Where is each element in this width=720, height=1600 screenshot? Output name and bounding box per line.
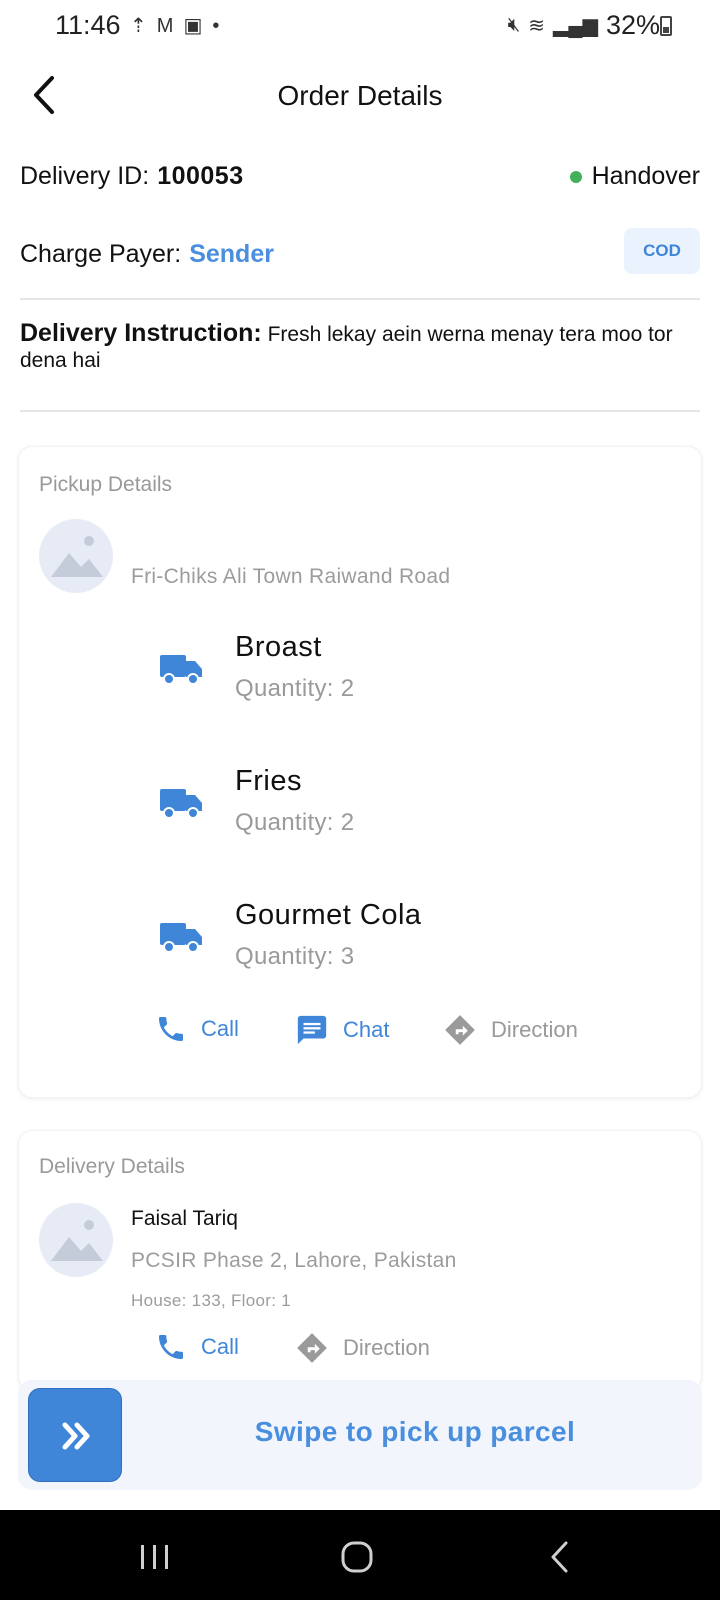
call-label: Call xyxy=(201,1016,239,1041)
image-placeholder-icon xyxy=(51,1220,103,1261)
item-name: Broast xyxy=(235,631,322,663)
delivery-id-label: Delivery ID: xyxy=(20,162,150,190)
page-title: Order Details xyxy=(277,80,443,111)
item-quantity: Quantity: 3 xyxy=(235,943,355,970)
directions-icon xyxy=(445,1015,475,1045)
swipe-handle[interactable] xyxy=(28,1388,122,1482)
direction-label: Direction xyxy=(491,1017,578,1042)
recipient-name: Faisal Tariq xyxy=(131,1207,238,1230)
pickup-chat-button[interactable]: Chat xyxy=(295,1013,389,1047)
status-time: 11:46 xyxy=(55,10,121,40)
direction-label: Direction xyxy=(343,1335,430,1360)
double-chevron-right-icon xyxy=(62,1422,90,1450)
system-back-button[interactable] xyxy=(548,1540,572,1574)
notification-icons: ⇡ M ▣ • xyxy=(130,14,219,38)
recipient-house: House: 133, Floor: 1 xyxy=(131,1291,292,1310)
dot-icon: • xyxy=(212,15,220,37)
charge-payer-value: Sender xyxy=(189,240,274,268)
image-placeholder-icon xyxy=(51,536,103,577)
system-nav-bar xyxy=(0,1510,720,1600)
system-icons: 🔇︎ ≋ ▂▄▆ 32% xyxy=(508,10,660,41)
phone-icon xyxy=(159,1017,183,1041)
gmail-icon: M xyxy=(156,15,174,37)
chat-label: Chat xyxy=(343,1017,390,1042)
status-dot-icon xyxy=(569,170,582,183)
delivery-instruction: Delivery Instruction: Fresh lekay aein w… xyxy=(20,320,690,374)
item-quantity: Quantity: 2 xyxy=(235,809,355,836)
divider xyxy=(20,410,700,412)
pickup-avatar xyxy=(39,519,113,593)
delivery-card: Delivery Details Faisal Tariq PCSIR Phas… xyxy=(18,1130,702,1390)
recipient-address: PCSIR Phase 2, Lahore, Pakistan xyxy=(131,1249,457,1272)
mute-icon: 🔇︎ xyxy=(507,14,521,36)
battery-percent: 32% xyxy=(605,10,660,40)
item-quantity: Quantity: 2 xyxy=(235,675,355,702)
list-item: Broast Quantity: 2 xyxy=(159,631,559,711)
delivery-direction-button[interactable]: Direction xyxy=(295,1331,430,1365)
pickup-card: Pickup Details Fri-Chiks Ali Town Raiwan… xyxy=(18,446,702,1098)
call-label: Call xyxy=(201,1334,239,1359)
swipe-label: Swipe to pick up parcel xyxy=(254,1416,576,1447)
truck-icon xyxy=(160,923,202,953)
pickup-address: Fri-Chiks Ali Town Raiwand Road xyxy=(131,565,451,588)
home-button[interactable] xyxy=(340,1540,374,1574)
status-text: Handover xyxy=(591,162,700,190)
pickup-title: Pickup Details xyxy=(39,473,173,496)
recipient-avatar xyxy=(39,1203,113,1277)
delivery-id-row: Delivery ID: 100053 Handover xyxy=(20,162,700,196)
gallery-icon: ▣ xyxy=(183,15,203,37)
pickup-call-button[interactable]: Call xyxy=(155,1013,239,1045)
recent-apps-button[interactable] xyxy=(138,1542,172,1572)
instruction-label: Delivery Instruction: xyxy=(20,319,262,347)
item-name: Fries xyxy=(235,765,302,797)
phone-icon xyxy=(159,1335,183,1359)
directions-icon xyxy=(297,1333,327,1363)
swipe-to-pickup[interactable]: Swipe to pick up parcel xyxy=(18,1380,702,1490)
truck-icon xyxy=(160,789,202,819)
delivery-call-button[interactable]: Call xyxy=(155,1331,239,1363)
signal-icon: ▂▄▆ xyxy=(553,15,598,37)
divider xyxy=(20,298,700,300)
payment-badge: COD xyxy=(624,228,700,274)
app-bar: Order Details xyxy=(0,60,720,130)
list-item: Fries Quantity: 2 xyxy=(159,765,559,845)
wifi-icon: ≋ xyxy=(528,15,546,37)
chat-icon xyxy=(297,1015,327,1045)
order-status: Handover xyxy=(569,162,700,191)
truck-icon xyxy=(160,655,202,685)
pickup-direction-button[interactable]: Direction xyxy=(443,1013,578,1047)
charge-payer-row: Charge Payer: Sender COD xyxy=(20,228,700,274)
charge-payer-label: Charge Payer: xyxy=(20,240,182,268)
delivery-id-value: 100053 xyxy=(157,162,244,190)
battery-icon xyxy=(660,16,672,36)
delivery-title: Delivery Details xyxy=(39,1155,185,1178)
uploading-icon: ⇡ xyxy=(130,15,147,37)
item-name: Gourmet Cola xyxy=(235,899,422,931)
list-item: Gourmet Cola Quantity: 3 xyxy=(159,899,559,979)
status-bar: 11:46 ⇡ M ▣ • 🔇︎ ≋ ▂▄▆ 32% xyxy=(0,0,720,52)
